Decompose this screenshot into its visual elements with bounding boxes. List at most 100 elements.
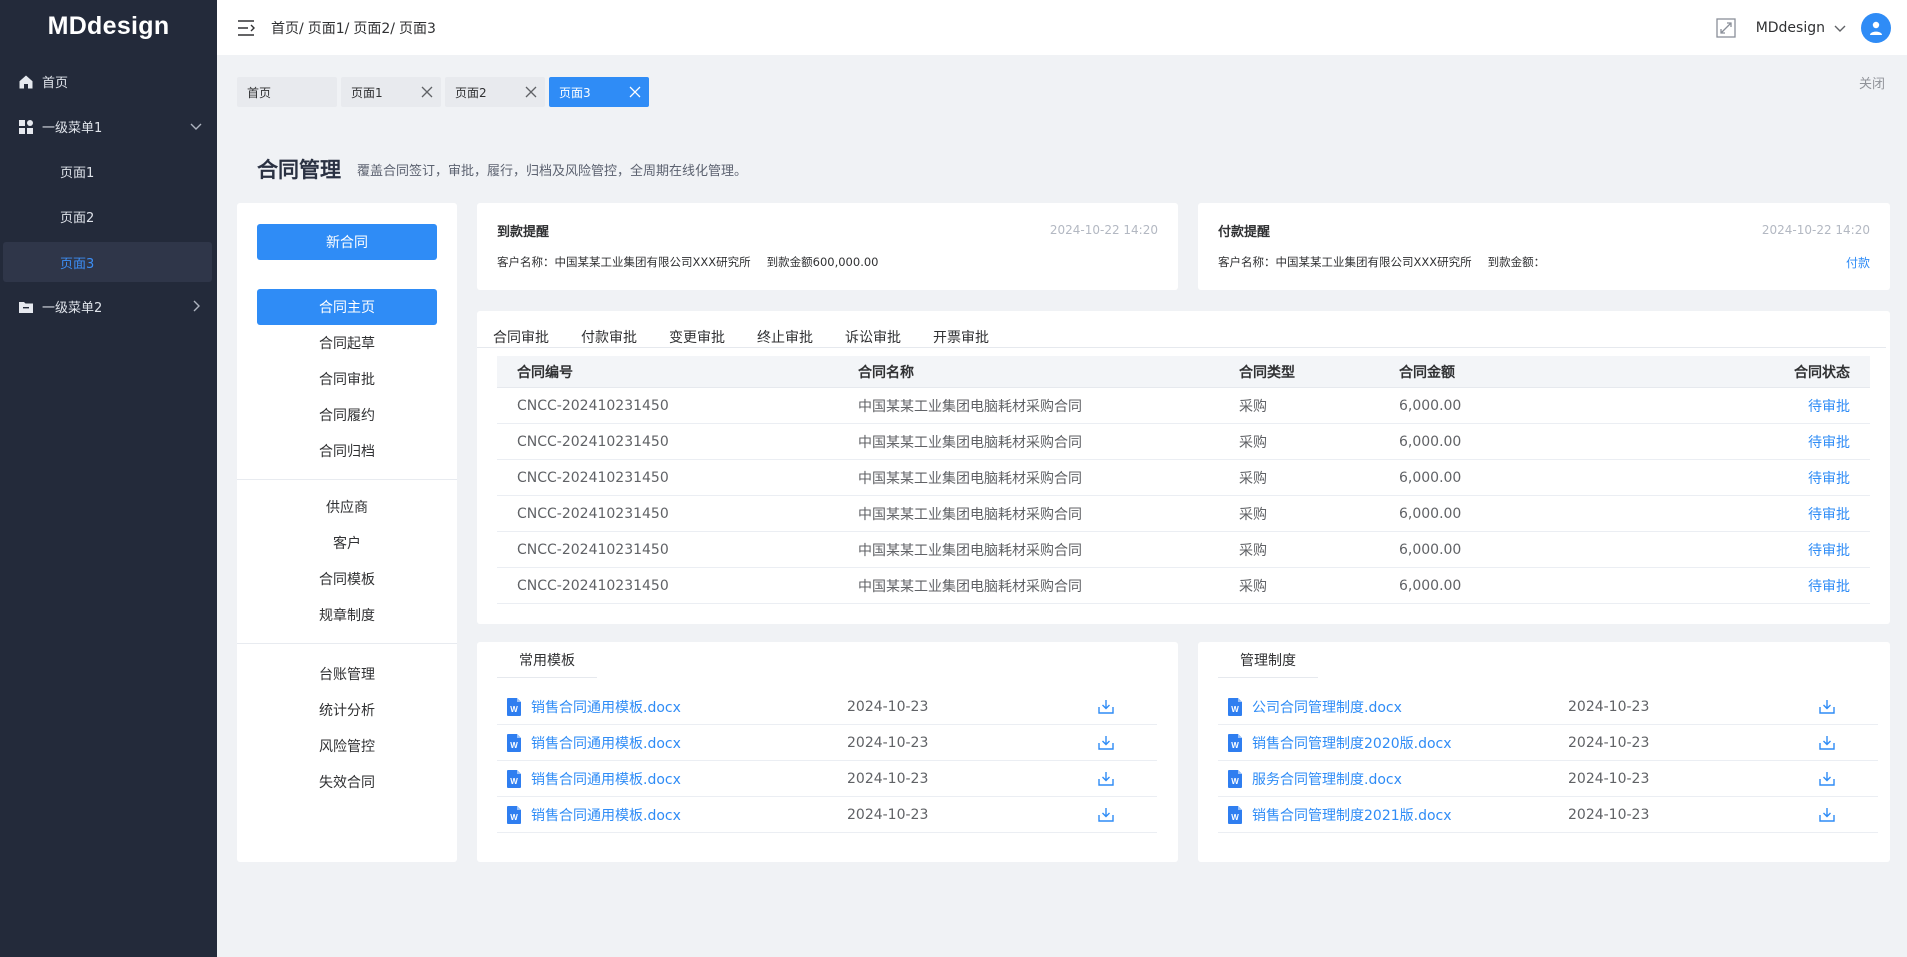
rules-panel: 管理制度 W 公司合同管理制度.docx 2024-10-23 W 销售合同管理… bbox=[1198, 642, 1890, 862]
contract-type: 采购 bbox=[1239, 542, 1267, 559]
download-icon[interactable] bbox=[1097, 734, 1115, 752]
status-link[interactable]: 待审批 bbox=[1808, 507, 1850, 523]
file-row[interactable]: W 销售合同通用模板.docx 2024-10-23 bbox=[497, 797, 1157, 833]
file-name[interactable]: 服务合同管理制度.docx bbox=[1252, 769, 1568, 789]
file-date: 2024-10-23 bbox=[847, 770, 929, 787]
tab-page2[interactable]: 页面2 bbox=[445, 77, 545, 107]
contract-amount: 6,000.00 bbox=[1399, 433, 1462, 450]
nav-contract-template[interactable]: 合同模板 bbox=[257, 561, 437, 597]
download-icon[interactable] bbox=[1818, 806, 1836, 824]
card-title: 到款提醒 bbox=[497, 225, 550, 240]
nav-contract-draft[interactable]: 合同起草 bbox=[257, 325, 437, 361]
user-name[interactable]: MDdesign bbox=[1756, 20, 1825, 36]
nav-statistics[interactable]: 统计分析 bbox=[257, 692, 437, 728]
breadcrumb-item[interactable]: 首页/ bbox=[271, 18, 304, 38]
status-link[interactable]: 待审批 bbox=[1808, 435, 1850, 451]
table-row[interactable]: CNCC-202410231450 中国某某工业集团电脑耗材采购合同 采购 6,… bbox=[497, 460, 1870, 496]
breadcrumb-item[interactable]: 页面2/ bbox=[353, 18, 395, 38]
sidebar-item-page1[interactable]: 页面1 bbox=[0, 149, 217, 194]
status-link[interactable]: 待审批 bbox=[1808, 543, 1850, 559]
word-doc-icon: W bbox=[1228, 697, 1242, 716]
sidebar-item-home[interactable]: 首页 bbox=[0, 59, 217, 104]
download-icon[interactable] bbox=[1097, 770, 1115, 788]
download-icon[interactable] bbox=[1818, 698, 1836, 716]
download-icon[interactable] bbox=[1818, 770, 1836, 788]
table-row[interactable]: CNCC-202410231450 中国某某工业集团电脑耗材采购合同 采购 6,… bbox=[497, 388, 1870, 424]
close-all-tabs-button[interactable]: 关闭 bbox=[1859, 73, 1885, 92]
nav-contract-performance[interactable]: 合同履约 bbox=[257, 397, 437, 433]
file-name[interactable]: 销售合同管理制度2020版.docx bbox=[1252, 733, 1568, 753]
file-row[interactable]: W 销售合同通用模板.docx 2024-10-23 bbox=[497, 689, 1157, 725]
table-row[interactable]: CNCC-202410231450 中国某某工业集团电脑耗材采购合同 采购 6,… bbox=[497, 568, 1870, 604]
file-name[interactable]: 销售合同通用模板.docx bbox=[531, 769, 847, 789]
sidebar-item-page3[interactable]: 页面3 bbox=[3, 242, 212, 282]
tab-page1[interactable]: 页面1 bbox=[341, 77, 441, 107]
contract-type: 采购 bbox=[1239, 506, 1267, 523]
nav-risk-control[interactable]: 风险管控 bbox=[257, 728, 437, 764]
new-contract-button[interactable]: 新合同 bbox=[257, 224, 437, 260]
file-name[interactable]: 销售合同通用模板.docx bbox=[531, 697, 847, 717]
table-row[interactable]: CNCC-202410231450 中国某某工业集团电脑耗材采购合同 采购 6,… bbox=[497, 532, 1870, 568]
table-row[interactable]: CNCC-202410231450 中国某某工业集团电脑耗材采购合同 采购 6,… bbox=[497, 424, 1870, 460]
nav-ledger[interactable]: 台账管理 bbox=[257, 656, 437, 692]
sidebar-item-menu2[interactable]: 一级菜单2 bbox=[0, 284, 217, 329]
file-date: 2024-10-23 bbox=[1568, 806, 1650, 823]
section-title[interactable]: 常用模板 bbox=[497, 642, 597, 678]
fullscreen-icon[interactable] bbox=[1716, 17, 1736, 38]
file-name[interactable]: 销售合同通用模板.docx bbox=[531, 805, 847, 825]
word-doc-icon: W bbox=[1228, 805, 1242, 824]
tab-home[interactable]: 首页 bbox=[237, 77, 337, 107]
status-link[interactable]: 待审批 bbox=[1808, 579, 1850, 595]
nav-regulations[interactable]: 规章制度 bbox=[257, 597, 437, 633]
tab-litigation-approval[interactable]: 诉讼审批 bbox=[845, 327, 901, 347]
nav-customer[interactable]: 客户 bbox=[257, 525, 437, 561]
tab-contract-approval[interactable]: 合同审批 bbox=[493, 327, 549, 347]
contract-name: 中国某某工业集团电脑耗材采购合同 bbox=[858, 434, 1082, 451]
close-icon[interactable] bbox=[629, 86, 641, 98]
contract-type: 采购 bbox=[1239, 398, 1267, 415]
nav-supplier[interactable]: 供应商 bbox=[257, 489, 437, 525]
file-date: 2024-10-23 bbox=[847, 698, 929, 715]
sidebar-item-page2[interactable]: 页面2 bbox=[0, 194, 217, 239]
payment-amount: 到款金额： bbox=[1487, 255, 1546, 269]
breadcrumb-item[interactable]: 页面1/ bbox=[308, 18, 350, 38]
tab-change-approval[interactable]: 变更审批 bbox=[669, 327, 725, 347]
contract-amount: 6,000.00 bbox=[1399, 541, 1462, 558]
chevron-down-icon[interactable] bbox=[1833, 21, 1847, 35]
pay-link[interactable]: 付款 bbox=[1846, 254, 1870, 271]
file-name[interactable]: 销售合同通用模板.docx bbox=[531, 733, 847, 753]
status-link[interactable]: 待审批 bbox=[1808, 399, 1850, 415]
close-icon[interactable] bbox=[525, 86, 537, 98]
section-title[interactable]: 管理制度 bbox=[1218, 642, 1318, 678]
receipt-reminder-card: 到款提醒 2024-10-22 14:20 客户名称：中国某某工业集团有限公司X… bbox=[477, 203, 1178, 290]
file-name[interactable]: 公司合同管理制度.docx bbox=[1252, 697, 1568, 717]
nav-invalid-contract[interactable]: 失效合同 bbox=[257, 764, 437, 800]
tab-termination-approval[interactable]: 终止审批 bbox=[757, 327, 813, 347]
menu-collapse-icon[interactable] bbox=[237, 19, 257, 37]
svg-text:W: W bbox=[1231, 741, 1239, 750]
nav-contract-home[interactable]: 合同主页 bbox=[257, 289, 437, 325]
file-row[interactable]: W 服务合同管理制度.docx 2024-10-23 bbox=[1218, 761, 1878, 797]
status-link[interactable]: 待审批 bbox=[1808, 471, 1850, 487]
file-row[interactable]: W 公司合同管理制度.docx 2024-10-23 bbox=[1218, 689, 1878, 725]
tab-invoice-approval[interactable]: 开票审批 bbox=[933, 327, 989, 347]
file-row[interactable]: W 销售合同通用模板.docx 2024-10-23 bbox=[497, 761, 1157, 797]
file-row[interactable]: W 销售合同通用模板.docx 2024-10-23 bbox=[497, 725, 1157, 761]
tab-page3[interactable]: 页面3 bbox=[549, 77, 649, 107]
table-row[interactable]: CNCC-202410231450 中国某某工业集团电脑耗材采购合同 采购 6,… bbox=[497, 496, 1870, 532]
svg-text:W: W bbox=[510, 705, 518, 714]
close-icon[interactable] bbox=[421, 86, 433, 98]
word-doc-icon: W bbox=[507, 733, 521, 752]
file-row[interactable]: W 销售合同管理制度2020版.docx 2024-10-23 bbox=[1218, 725, 1878, 761]
download-icon[interactable] bbox=[1818, 734, 1836, 752]
sidebar-item-menu1[interactable]: 一级菜单1 bbox=[0, 104, 217, 149]
contract-name: 中国某某工业集团电脑耗材采购合同 bbox=[858, 578, 1082, 595]
nav-contract-archive[interactable]: 合同归档 bbox=[257, 433, 437, 469]
download-icon[interactable] bbox=[1097, 806, 1115, 824]
download-icon[interactable] bbox=[1097, 698, 1115, 716]
avatar[interactable] bbox=[1861, 12, 1891, 43]
file-row[interactable]: W 销售合同管理制度2021版.docx 2024-10-23 bbox=[1218, 797, 1878, 833]
file-name[interactable]: 销售合同管理制度2021版.docx bbox=[1252, 805, 1568, 825]
tab-payment-approval[interactable]: 付款审批 bbox=[581, 327, 637, 347]
nav-contract-approval[interactable]: 合同审批 bbox=[257, 361, 437, 397]
